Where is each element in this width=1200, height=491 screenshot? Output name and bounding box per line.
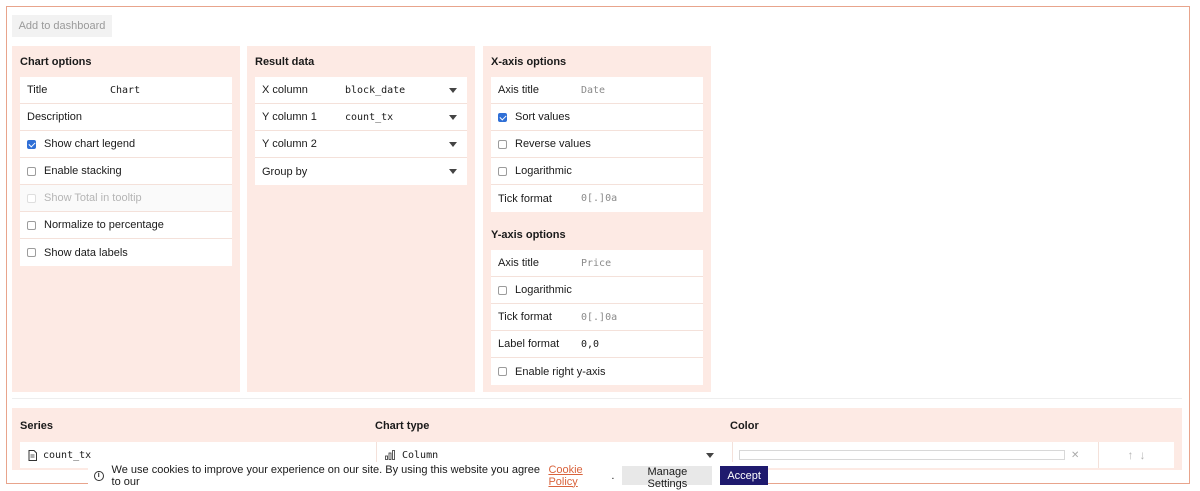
chart-options-panel: Chart options Title Chart Description Sh…: [12, 46, 240, 392]
x-column-label: X column: [262, 84, 308, 96]
show-chart-legend-checkbox[interactable]: [27, 139, 36, 149]
chevron-down-icon: [449, 115, 457, 120]
enable-stacking-checkbox[interactable]: [27, 166, 36, 176]
show-total-tooltip-row: Show Total in tooltip: [20, 185, 232, 212]
x-axis-title-row: Axis title Date: [491, 77, 703, 104]
title-input[interactable]: Chart: [110, 85, 232, 96]
x-logarithmic-row[interactable]: Logarithmic: [491, 158, 703, 185]
arrow-up-icon[interactable]: ↑: [1128, 448, 1134, 462]
chart-type-header: Chart type: [375, 420, 430, 432]
x-column-select[interactable]: X column block_date: [255, 77, 467, 104]
sort-values-checkbox[interactable]: [498, 112, 507, 122]
y-axis-options-title: Y-axis options: [491, 229, 566, 241]
cookie-banner: i We use cookies to improve your experie…: [88, 462, 768, 490]
y-tick-format-label: Tick format: [498, 311, 552, 323]
show-chart-legend-row[interactable]: Show chart legend: [20, 131, 232, 158]
chart-options-list: Title Chart Description Show chart legen…: [20, 77, 232, 266]
column-chart-icon: [385, 450, 395, 460]
color-input[interactable]: [739, 450, 1065, 460]
result-data-title: Result data: [255, 56, 315, 68]
manage-settings-button[interactable]: Manage Settings: [622, 466, 713, 490]
series-header: Series: [20, 420, 54, 432]
series-panel: Series Chart type Color count_tx Column …: [12, 408, 1182, 470]
enable-right-axis-checkbox[interactable]: [498, 367, 507, 376]
description-label: Description: [27, 111, 83, 123]
x-axis-options-list: Axis title Date Sort values Reverse valu…: [491, 77, 703, 212]
enable-right-axis-row[interactable]: Enable right y-axis: [491, 358, 703, 385]
x-axis-title-input[interactable]: Date: [581, 85, 703, 96]
show-data-labels-label: Show data labels: [44, 246, 128, 259]
normalize-percentage-label: Normalize to percentage: [44, 219, 164, 231]
sort-values-row[interactable]: Sort values: [491, 104, 703, 131]
show-data-labels-row[interactable]: Show data labels: [20, 239, 232, 266]
color-cell: ✕: [732, 442, 1098, 468]
result-data-list: X column block_date Y column 1 count_tx …: [255, 77, 467, 185]
y-logarithmic-row[interactable]: Logarithmic: [491, 277, 703, 304]
series-name: count_tx: [43, 449, 92, 461]
enable-right-axis-label: Enable right y-axis: [515, 365, 606, 378]
show-total-tooltip-label: Show Total in tooltip: [44, 192, 142, 204]
x-logarithmic-label: Logarithmic: [515, 165, 572, 177]
chevron-down-icon: [706, 453, 714, 458]
accept-button[interactable]: Accept: [720, 466, 768, 485]
enable-stacking-label: Enable stacking: [44, 165, 122, 177]
x-logarithmic-checkbox[interactable]: [498, 166, 507, 176]
y-column2-select[interactable]: Y column 2: [255, 131, 467, 158]
y-tick-format-input[interactable]: 0[.]0a: [581, 312, 703, 323]
enable-stacking-row[interactable]: Enable stacking: [20, 158, 232, 185]
chevron-down-icon: [449, 142, 457, 147]
x-tick-format-row: Tick format 0[.]0a: [491, 185, 703, 212]
document-icon: [28, 449, 37, 461]
label-format-row: Label format 0,0: [491, 331, 703, 358]
label-format-input[interactable]: 0,0: [581, 339, 703, 350]
y-logarithmic-label: Logarithmic: [515, 284, 572, 296]
x-axis-options-title: X-axis options: [491, 56, 567, 68]
label-format-label: Label format: [498, 338, 560, 350]
description-row[interactable]: Description: [20, 104, 232, 131]
sort-values-label: Sort values: [515, 111, 571, 123]
title-row: Title Chart: [20, 77, 232, 104]
y-axis-title-row: Axis title Price: [491, 250, 703, 277]
axis-options-panel: X-axis options Axis title Date Sort valu…: [483, 46, 711, 392]
arrow-down-icon[interactable]: ↓: [1140, 448, 1146, 462]
info-icon: i: [94, 470, 104, 481]
reverse-values-row[interactable]: Reverse values: [491, 131, 703, 158]
color-header: Color: [730, 420, 759, 432]
chevron-down-icon: [449, 88, 457, 93]
y-column1-label: Y column 1: [262, 111, 317, 123]
y-column1-select[interactable]: Y column 1 count_tx: [255, 104, 467, 131]
reorder-cell: ↑ ↓: [1098, 442, 1174, 468]
chevron-down-icon: [449, 169, 457, 174]
cookie-text: We use cookies to improve your experienc…: [111, 463, 540, 488]
result-data-panel: Result data X column block_date Y column…: [247, 46, 475, 392]
chart-type-value: Column: [402, 449, 439, 461]
x-axis-title-label: Axis title: [498, 84, 539, 96]
x-tick-format-label: Tick format: [498, 192, 552, 205]
y-axis-options-list: Axis title Price Logarithmic Tick format…: [491, 250, 703, 385]
y-axis-title-input[interactable]: Price: [581, 258, 703, 269]
group-by-select[interactable]: Group by: [255, 158, 467, 185]
chart-options-title: Chart options: [20, 56, 92, 68]
cookie-period: .: [611, 469, 615, 482]
y-logarithmic-checkbox[interactable]: [498, 285, 507, 295]
reverse-values-checkbox[interactable]: [498, 139, 507, 149]
y-column2-label: Y column 2: [262, 138, 317, 150]
group-by-label: Group by: [262, 165, 308, 178]
normalize-percentage-row[interactable]: Normalize to percentage: [20, 212, 232, 239]
reverse-values-label: Reverse values: [515, 138, 591, 150]
section-divider: [12, 398, 1182, 399]
y-axis-title-label: Axis title: [498, 257, 539, 269]
show-total-tooltip-checkbox: [27, 193, 36, 203]
y-tick-format-row: Tick format 0[.]0a: [491, 304, 703, 331]
show-data-labels-checkbox[interactable]: [27, 248, 36, 257]
title-label: Title: [27, 84, 48, 96]
cookie-policy-link[interactable]: Cookie Policy: [548, 464, 611, 488]
add-to-dashboard-button[interactable]: Add to dashboard: [12, 15, 112, 37]
x-tick-format-input[interactable]: 0[.]0a: [581, 193, 703, 204]
clear-icon[interactable]: ✕: [1071, 450, 1079, 461]
normalize-percentage-checkbox[interactable]: [27, 220, 36, 230]
show-chart-legend-label: Show chart legend: [44, 138, 136, 150]
